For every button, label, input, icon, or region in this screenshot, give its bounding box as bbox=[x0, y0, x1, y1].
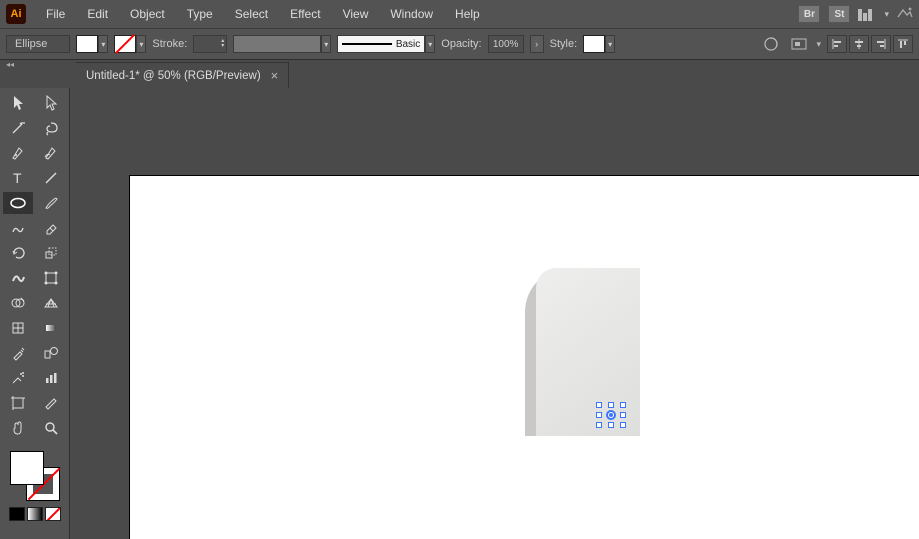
chevron-down-icon[interactable]: ▾ bbox=[816, 39, 821, 50]
free-transform-tool[interactable] bbox=[36, 267, 66, 289]
mesh-tool[interactable] bbox=[3, 317, 33, 339]
active-tool-label[interactable]: Ellipse bbox=[6, 35, 70, 53]
slice-tool[interactable] bbox=[36, 392, 66, 414]
magic-wand-tool[interactable] bbox=[3, 117, 33, 139]
align-right-button[interactable] bbox=[871, 35, 891, 53]
brush-dropdown[interactable]: ▾ bbox=[425, 35, 435, 53]
curvature-tool[interactable] bbox=[36, 142, 66, 164]
menu-help[interactable]: Help bbox=[445, 3, 490, 25]
bbox-handle-top-left[interactable] bbox=[596, 402, 602, 408]
direct-selection-tool[interactable] bbox=[36, 92, 66, 114]
stock-button[interactable]: St bbox=[828, 5, 850, 23]
column-graph-tool[interactable] bbox=[36, 367, 66, 389]
align-center-h-button[interactable] bbox=[849, 35, 869, 53]
color-mode-none[interactable] bbox=[45, 507, 61, 521]
recolor-artwork-icon[interactable] bbox=[760, 34, 782, 54]
bbox-handle-top-mid[interactable] bbox=[608, 402, 614, 408]
opacity-value[interactable]: 100% bbox=[488, 35, 524, 53]
gradient-tool[interactable] bbox=[36, 317, 66, 339]
document-tab[interactable]: Untitled-1* @ 50% (RGB/Preview) × bbox=[76, 62, 289, 88]
graphic-style-swatch[interactable] bbox=[583, 35, 605, 53]
opacity-menu[interactable]: › bbox=[530, 35, 544, 53]
variable-width-profile[interactable] bbox=[233, 35, 321, 53]
type-tool[interactable]: T bbox=[3, 167, 33, 189]
perspective-grid-tool[interactable] bbox=[36, 292, 66, 314]
shaper-tool[interactable] bbox=[3, 217, 33, 239]
paintbrush-tool[interactable] bbox=[36, 192, 66, 214]
svg-text:T: T bbox=[13, 170, 22, 186]
bbox-handle-bottom-right[interactable] bbox=[620, 422, 626, 428]
fill-dropdown[interactable]: ▾ bbox=[98, 35, 108, 53]
menu-view[interactable]: View bbox=[333, 3, 379, 25]
color-mode-buttons bbox=[9, 507, 61, 521]
line-segment-tool[interactable] bbox=[36, 167, 66, 189]
variable-width-dropdown[interactable]: ▾ bbox=[321, 35, 331, 53]
align-top-button[interactable] bbox=[893, 35, 913, 53]
eraser-tool[interactable] bbox=[36, 217, 66, 239]
document-tab-title: Untitled-1* @ 50% (RGB/Preview) bbox=[86, 70, 261, 82]
artboard[interactable] bbox=[130, 176, 919, 539]
fill-color-box[interactable] bbox=[10, 451, 44, 485]
menu-window[interactable]: Window bbox=[380, 3, 443, 25]
graphic-style-dropdown[interactable]: ▾ bbox=[605, 35, 615, 53]
bbox-handle-mid-left[interactable] bbox=[596, 412, 602, 418]
symbol-sprayer-tool[interactable] bbox=[3, 367, 33, 389]
application-menu-bar: Ai File Edit Object Type Select Effect V… bbox=[0, 0, 919, 28]
menu-file[interactable]: File bbox=[36, 3, 75, 25]
brush-stroke-preview bbox=[342, 43, 392, 45]
ellipse-object[interactable] bbox=[606, 410, 616, 420]
zoom-tool[interactable] bbox=[36, 417, 66, 439]
color-mode-solid[interactable] bbox=[9, 507, 25, 521]
align-panel-icon[interactable] bbox=[788, 34, 810, 54]
stroke-weight-input[interactable]: ▴▾ bbox=[193, 35, 227, 53]
opacity-label: Opacity: bbox=[441, 38, 481, 50]
scale-tool[interactable] bbox=[36, 242, 66, 264]
style-label: Style: bbox=[550, 38, 578, 50]
fill-swatch[interactable] bbox=[76, 35, 98, 53]
menu-type[interactable]: Type bbox=[177, 3, 223, 25]
arrange-documents-icon[interactable] bbox=[858, 7, 876, 21]
lasso-tool[interactable] bbox=[36, 117, 66, 139]
ellipse-tool[interactable] bbox=[3, 192, 33, 214]
menu-select[interactable]: Select bbox=[225, 3, 278, 25]
close-tab-icon[interactable]: × bbox=[271, 68, 279, 83]
brush-definition[interactable]: Basic bbox=[337, 35, 425, 53]
bbox-handle-mid-right[interactable] bbox=[620, 412, 626, 418]
canvas-area[interactable] bbox=[70, 88, 919, 539]
align-left-button[interactable] bbox=[827, 35, 847, 53]
app-logo: Ai bbox=[6, 4, 26, 24]
bbox-handle-bottom-left[interactable] bbox=[596, 422, 602, 428]
search-adobe-stock-icon[interactable] bbox=[897, 6, 913, 23]
selection-tool[interactable] bbox=[3, 92, 33, 114]
tools-panel: T bbox=[0, 88, 70, 539]
hand-tool[interactable] bbox=[3, 417, 33, 439]
blend-tool[interactable] bbox=[36, 342, 66, 364]
rotate-tool[interactable] bbox=[3, 242, 33, 264]
stroke-swatch[interactable] bbox=[114, 35, 136, 53]
artboard-tool[interactable] bbox=[3, 392, 33, 414]
menu-effect[interactable]: Effect bbox=[280, 3, 330, 25]
collapse-panels-icon[interactable]: ◂◂ bbox=[0, 60, 20, 74]
bbox-handle-top-right[interactable] bbox=[620, 402, 626, 408]
bridge-button[interactable]: Br bbox=[798, 5, 820, 23]
eyedropper-tool[interactable] bbox=[3, 342, 33, 364]
fill-stroke-indicator[interactable] bbox=[8, 449, 62, 503]
color-mode-gradient[interactable] bbox=[27, 507, 43, 521]
bbox-handle-bottom-mid[interactable] bbox=[608, 422, 614, 428]
menu-object[interactable]: Object bbox=[120, 3, 175, 25]
menu-edit[interactable]: Edit bbox=[77, 3, 118, 25]
chevron-down-icon[interactable]: ▾ bbox=[884, 9, 889, 20]
document-tab-bar: Untitled-1* @ 50% (RGB/Preview) × bbox=[76, 60, 289, 88]
align-buttons bbox=[827, 35, 913, 53]
selected-ellipse[interactable] bbox=[597, 403, 625, 427]
width-tool[interactable] bbox=[3, 267, 33, 289]
stroke-weight-label: Stroke: bbox=[152, 38, 187, 50]
shape-builder-tool[interactable] bbox=[3, 292, 33, 314]
pen-tool[interactable] bbox=[3, 142, 33, 164]
control-bar: Ellipse ▾ ▾ Stroke: ▴▾ ▾ Basic ▾ Opacity… bbox=[0, 28, 919, 60]
brush-name: Basic bbox=[396, 39, 420, 50]
stroke-dropdown[interactable]: ▾ bbox=[136, 35, 146, 53]
